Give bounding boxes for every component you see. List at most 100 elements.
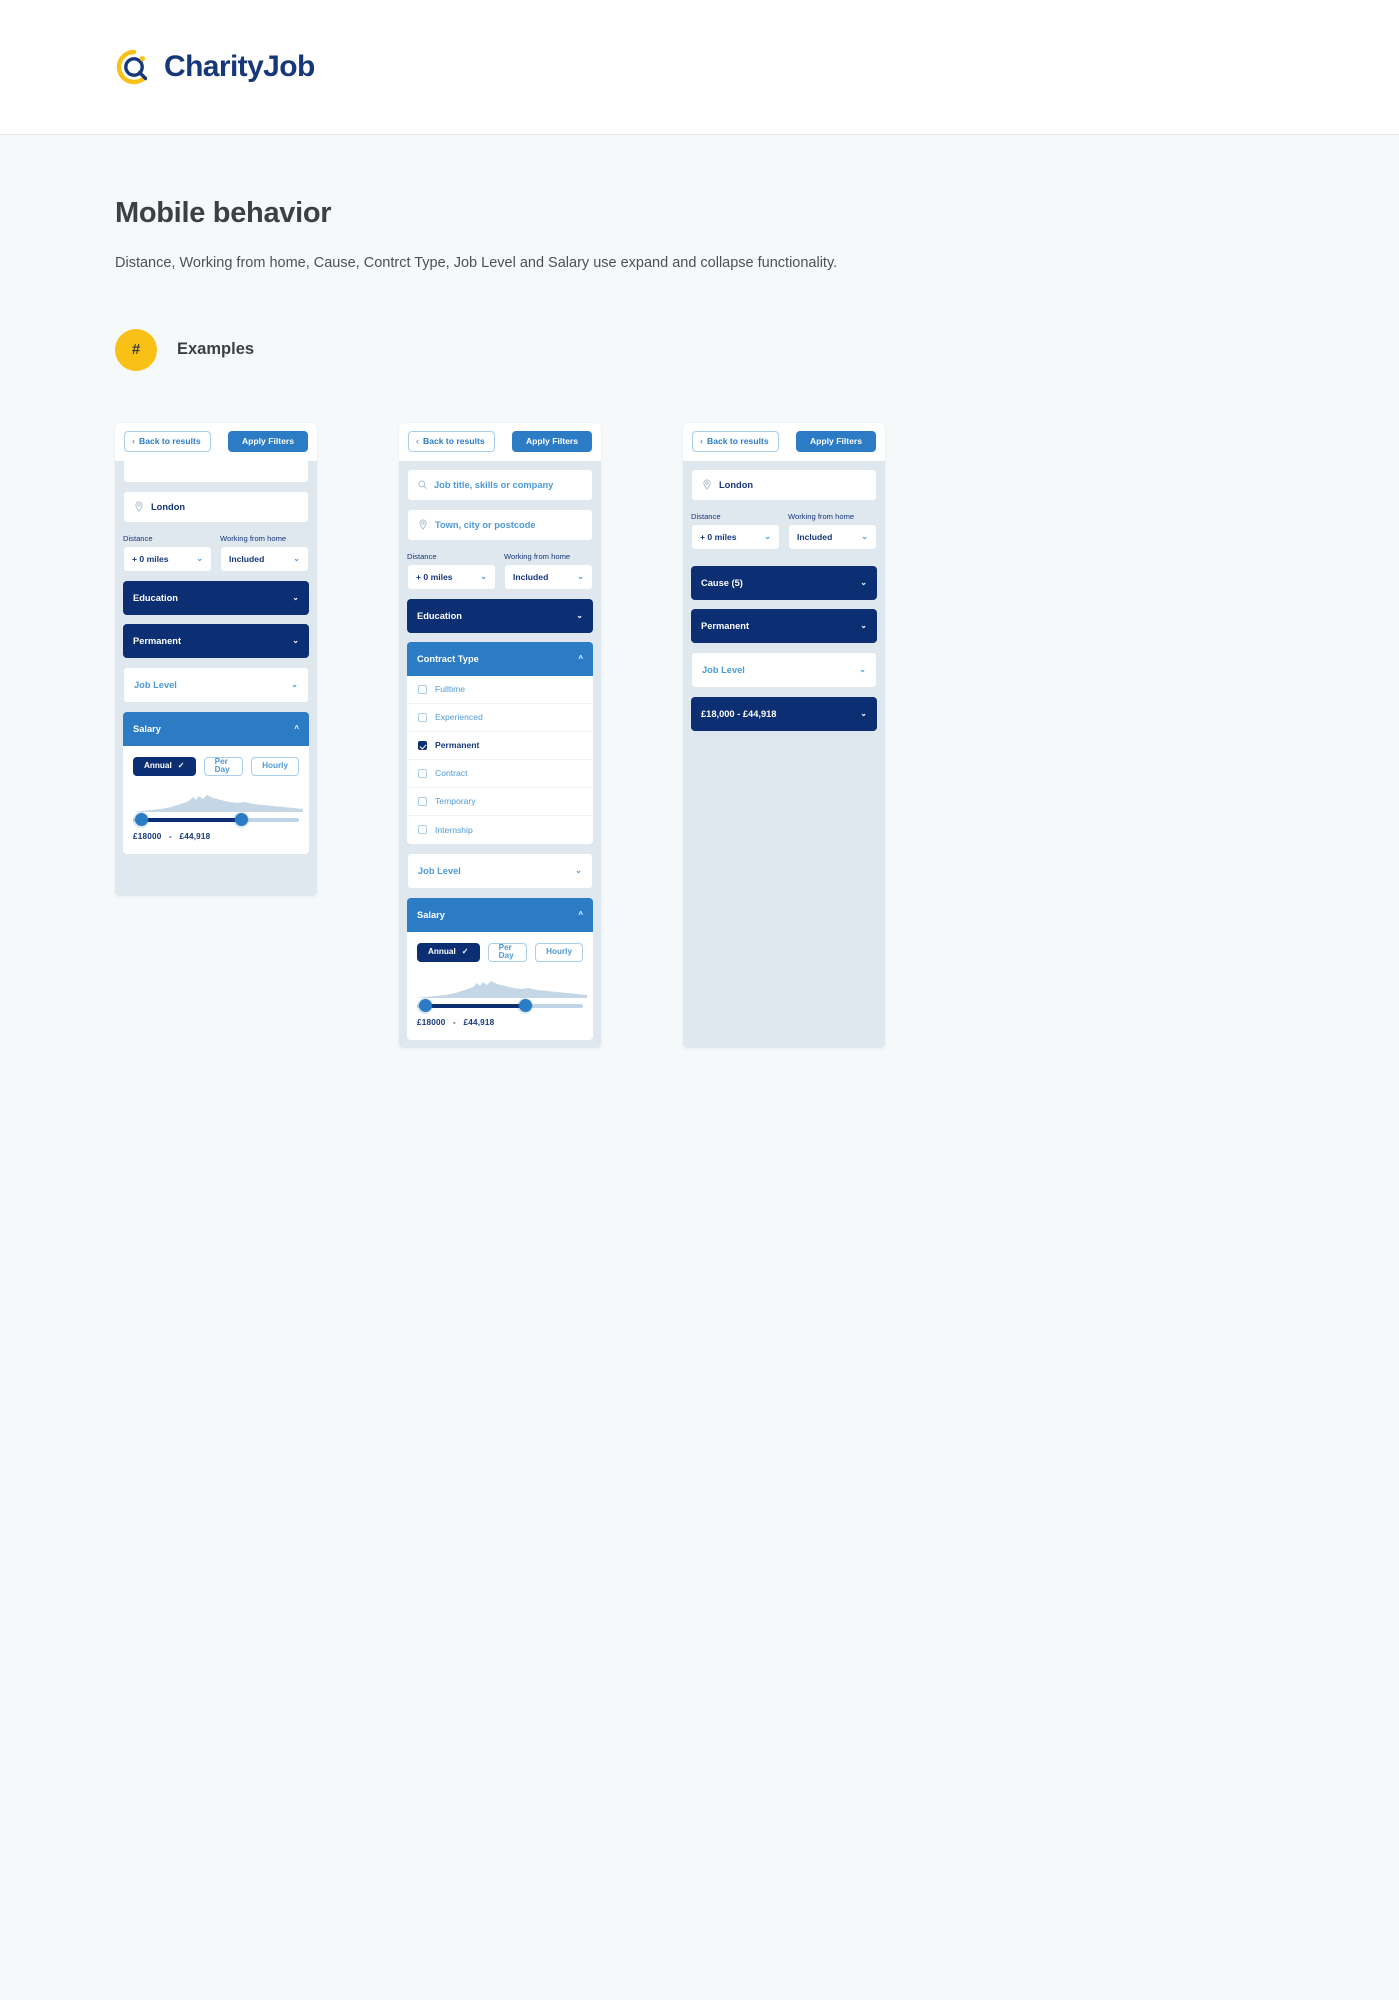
apply-filters-button[interactable]: Apply Filters <box>511 431 592 453</box>
distance-wfh-row: Distance + 0 miles ⌄ Working from home I… <box>691 512 877 550</box>
filter-body: Job title, skills or company Town, city … <box>399 468 601 1040</box>
accordion-job-level-header[interactable]: Job Level ⌄ <box>692 652 876 687</box>
chevron-down-icon: ⌄ <box>291 680 298 690</box>
option-label: Experienced <box>435 712 483 723</box>
checkbox-row-fulltime[interactable]: Fulltime <box>407 676 593 704</box>
distance-value: + 0 miles <box>132 553 169 564</box>
slider-knob-max[interactable] <box>233 811 249 828</box>
back-to-results-button[interactable]: ‹ Back to results <box>124 431 211 453</box>
checkbox-row-permanent[interactable]: Permanent <box>407 732 593 760</box>
checkbox-icon[interactable] <box>418 684 427 694</box>
location-input[interactable]: London <box>691 468 877 501</box>
range-dash: - <box>169 831 172 841</box>
accordion-job-level[interactable]: Job Level ⌄ <box>407 852 593 889</box>
salary-period-tabs: Annual ✓ Per Day Hourly <box>417 942 583 962</box>
salary-tab-per-day[interactable]: Per Day <box>203 756 244 776</box>
distance-label: Distance <box>123 533 153 543</box>
checkbox-icon[interactable] <box>418 825 427 835</box>
accordion-job-level-header[interactable]: Job Level ⌄ <box>124 667 308 702</box>
distance-select[interactable]: + 0 miles ⌄ <box>407 563 496 590</box>
accordion-cause[interactable]: Cause (5) ⌄ <box>691 565 877 600</box>
wfh-value: Included <box>513 571 549 582</box>
checkbox-icon[interactable] <box>418 768 427 778</box>
slider-track-fill <box>138 817 240 822</box>
chevron-down-icon: ⌄ <box>764 532 771 542</box>
page-subtitle: Distance, Working from home, Cause, Cont… <box>115 255 838 271</box>
location-input[interactable]: Town, city or postcode <box>407 508 593 541</box>
chevron-down-icon: ⌄ <box>860 621 867 631</box>
salary-tab-hourly[interactable]: Hourly <box>251 756 299 776</box>
accordion-permanent[interactable]: Permanent ⌄ <box>123 623 309 658</box>
wfh-value: Included <box>229 553 265 564</box>
accordion-permanent[interactable]: Permanent ⌄ <box>691 608 877 643</box>
wfh-select[interactable]: Included ⌄ <box>504 563 593 590</box>
map-pin-icon <box>418 519 428 530</box>
distance-wfh-row: Distance + 0 miles ⌄ Working from home I… <box>407 552 593 590</box>
keyword-search-input[interactable]: Job title, skills or company <box>407 468 593 501</box>
accordion-permanent-header[interactable]: Permanent ⌄ <box>691 608 877 643</box>
option-label: Contract <box>435 768 468 779</box>
accordion-education-header[interactable]: Education ⌄ <box>123 580 309 615</box>
wfh-group: Working from home Included ⌄ <box>504 552 593 590</box>
apply-filters-button[interactable]: Apply Filters <box>795 431 876 453</box>
distance-select[interactable]: + 0 miles ⌄ <box>691 523 780 550</box>
salary-tab-per-day[interactable]: Per Day <box>487 942 528 962</box>
accordion-job-level-header[interactable]: Job Level ⌄ <box>408 853 592 888</box>
accordion-salary[interactable]: Salary ^ Annual ✓ Per Day Hourly £18000 … <box>123 711 309 854</box>
page-title: Mobile behavior <box>115 197 332 229</box>
location-placeholder: Town, city or postcode <box>435 519 536 530</box>
accordion-education[interactable]: Education ⌄ <box>407 598 593 633</box>
chevron-down-icon: ⌄ <box>480 572 487 582</box>
wfh-select[interactable]: Included ⌄ <box>788 523 877 550</box>
location-input[interactable]: London <box>123 490 309 523</box>
checkbox-row-temporary[interactable]: Temporary <box>407 788 593 816</box>
accordion-permanent-header[interactable]: Permanent ⌄ <box>123 623 309 658</box>
accordion-cause-header[interactable]: Cause (5) ⌄ <box>691 565 877 600</box>
back-to-results-button[interactable]: ‹ Back to results <box>408 431 495 453</box>
slider-knob-max[interactable] <box>517 997 533 1014</box>
checkbox-icon[interactable] <box>418 712 427 722</box>
accordion-salary-range-header[interactable]: £18,000 - £44,918 ⌄ <box>691 696 877 731</box>
mockup-panel-3: ‹ Back to results Apply Filters London D… <box>683 422 885 1048</box>
accordion-education-header[interactable]: Education ⌄ <box>407 598 593 633</box>
mockup-panel-2: ‹ Back to results Apply Filters Job titl… <box>399 422 601 1048</box>
apply-filters-button[interactable]: Apply Filters <box>227 431 308 453</box>
salary-range-slider[interactable] <box>133 794 303 828</box>
filter-body: Management Team London Distance + 0 mile… <box>115 460 317 854</box>
accordion-label: Cause (5) <box>701 577 743 588</box>
salary-tab-hourly[interactable]: Hourly <box>535 942 583 962</box>
back-to-results-button[interactable]: ‹ Back to results <box>692 431 779 453</box>
salary-tab-annual[interactable]: Annual ✓ <box>417 942 480 962</box>
salary-tab-annual[interactable]: Annual ✓ <box>133 756 196 776</box>
accordion-education[interactable]: Education ⌄ <box>123 580 309 615</box>
salary-min: £18000 <box>417 1017 446 1027</box>
chevron-down-icon: ⌄ <box>196 554 203 564</box>
slider-knob-min[interactable] <box>133 811 149 828</box>
accordion-contract-type[interactable]: Contract Type ^ Fulltime Experienced Per… <box>407 641 593 844</box>
checkbox-row-contract[interactable]: Contract <box>407 760 593 788</box>
distance-select[interactable]: + 0 miles ⌄ <box>123 545 212 572</box>
wfh-select[interactable]: Included ⌄ <box>220 545 309 572</box>
chevron-up-icon: ^ <box>578 654 583 664</box>
back-label: Back to results <box>139 436 201 447</box>
accordion-job-level[interactable]: Job Level ⌄ <box>691 651 877 688</box>
accordion-contract-type-header[interactable]: Contract Type ^ <box>407 641 593 676</box>
checkbox-row-internship[interactable]: Internship <box>407 816 593 844</box>
accordion-salary-range[interactable]: £18,000 - £44,918 ⌄ <box>691 696 877 731</box>
wfh-group: Working from home Included ⌄ <box>220 534 309 572</box>
filter-topbar: ‹ Back to results Apply Filters <box>683 422 885 461</box>
salary-range-slider[interactable] <box>417 980 587 1014</box>
checkbox-row-experienced[interactable]: Experienced <box>407 704 593 732</box>
accordion-job-level[interactable]: Job Level ⌄ <box>123 666 309 703</box>
section-title: Examples <box>177 340 255 359</box>
checkbox-checked-icon[interactable] <box>418 740 427 750</box>
checkbox-icon[interactable] <box>418 796 427 806</box>
slider-knob-min[interactable] <box>417 997 433 1014</box>
keyword-search-input[interactable]: Management Team <box>123 460 309 483</box>
accordion-salary-header[interactable]: Salary ^ <box>123 711 309 746</box>
distance-value: + 0 miles <box>416 571 453 582</box>
option-label: Internship <box>435 824 473 835</box>
logo[interactable]: CharityJob <box>115 48 315 86</box>
accordion-salary[interactable]: Salary ^ Annual ✓ Per Day Hourly £18000 … <box>407 897 593 1040</box>
accordion-salary-header[interactable]: Salary ^ <box>407 897 593 932</box>
